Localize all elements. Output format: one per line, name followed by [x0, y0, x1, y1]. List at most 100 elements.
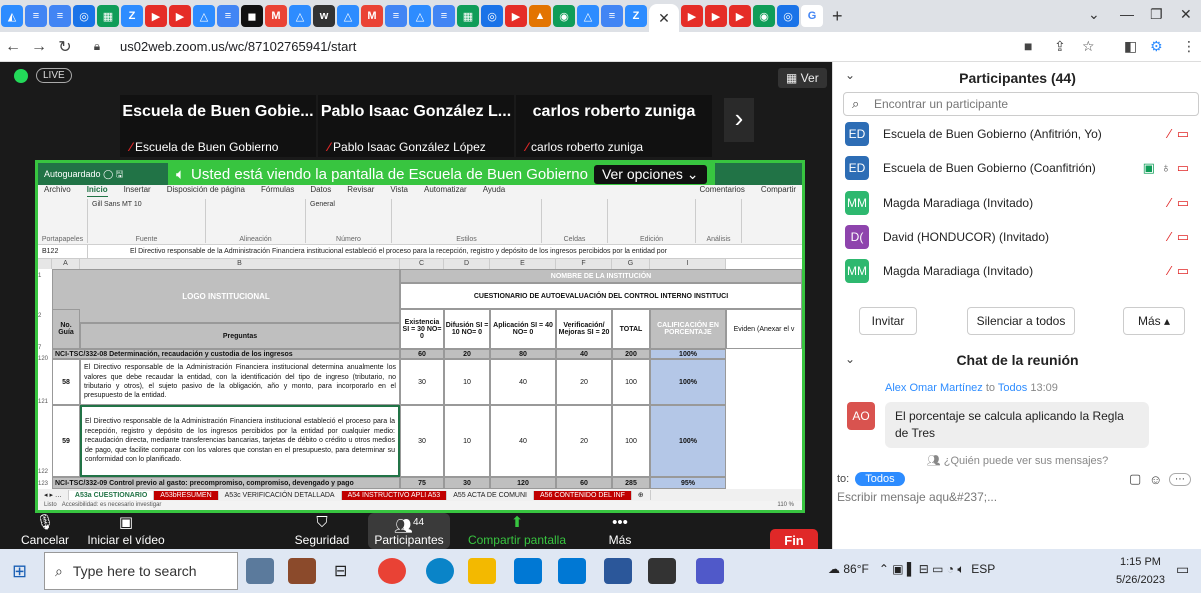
cell[interactable]: 100 — [612, 359, 650, 405]
app-icon[interactable] — [648, 558, 676, 584]
row-number[interactable]: 122 — [38, 469, 48, 475]
guide-number[interactable]: 59 — [52, 405, 80, 477]
more-options-button[interactable]: Más ▴ — [1123, 307, 1185, 335]
cell[interactable]: 30 — [444, 477, 490, 489]
tab-docs-icon[interactable]: ≡ — [433, 5, 455, 27]
file-explorer-icon[interactable] — [468, 558, 496, 584]
chrome-icon[interactable] — [378, 558, 406, 584]
tab-gmail-icon[interactable]: M — [265, 5, 287, 27]
tab-youtube-icon[interactable]: ▶ — [729, 5, 751, 27]
more-button[interactable]: ••• Más — [590, 513, 650, 549]
tab-app-icon[interactable]: ◼ — [241, 5, 263, 27]
tab-drive-icon[interactable]: △ — [193, 5, 215, 27]
questionnaire-title[interactable]: CUESTIONARIO DE AUTOEVALUACIÓN DEL CONTR… — [400, 283, 802, 309]
emoji-icon[interactable]: ☺ — [1149, 472, 1162, 487]
tab-gmail-icon[interactable]: M — [361, 5, 383, 27]
menu-item[interactable]: Automatizar — [424, 185, 467, 197]
app-icon[interactable] — [288, 558, 316, 584]
row-number[interactable]: 120 — [38, 356, 48, 362]
mic-video-muted-icon[interactable]: ⁄▭ — [1169, 229, 1195, 245]
start-windows-icon[interactable]: ⊞ — [12, 561, 27, 582]
header-cell[interactable]: Verificación/ Mejoras SI = 20 — [556, 309, 612, 349]
section-row-label[interactable]: NCI-TSC/332-09 Control previo al gasto: … — [52, 477, 400, 489]
language-indicator[interactable]: ESP — [971, 562, 995, 576]
share-screen-button[interactable]: ⬆ Compartir pantalla — [462, 513, 572, 549]
tab-youtube-icon[interactable]: ▶ — [681, 5, 703, 27]
tab-drive-icon[interactable]: △ — [337, 5, 359, 27]
tab-drive-icon[interactable]: △ — [409, 5, 431, 27]
tab-zoom-icon[interactable]: Z — [121, 5, 143, 27]
tab-docs-icon[interactable]: ≡ — [217, 5, 239, 27]
cell[interactable]: 40 — [490, 359, 556, 405]
cell[interactable]: 10 — [444, 359, 490, 405]
mic-video-muted-icon[interactable]: ⁄▭ — [1169, 195, 1195, 211]
share-button[interactable]: Compartir — [761, 185, 796, 197]
cell[interactable]: 100% — [650, 405, 726, 477]
mic-video-muted-icon[interactable]: ⁄▭ — [1169, 263, 1195, 279]
mail-icon[interactable] — [558, 558, 586, 584]
header-cell[interactable]: Difusión SI = 10 NO= 0 — [444, 309, 490, 349]
tab-google-icon[interactable]: G — [801, 5, 823, 27]
participants-button[interactable]: 👥︎44 Participantes — [368, 513, 450, 549]
unmute-button[interactable]: 🎙︎Cancelar silenciar — [4, 513, 86, 561]
logo-cell[interactable]: LOGO INSTITUCIONAL — [52, 269, 400, 323]
chat-message-input[interactable]: Escribir mensaje aqu&#237;... — [837, 490, 997, 504]
tab-docs-icon[interactable]: ≡ — [49, 5, 71, 27]
mic-video-muted-icon[interactable]: ⁄▭ — [1169, 126, 1195, 142]
participant-row[interactable]: ED Escuela de Buen Gobierno (Anfitrión, … — [845, 120, 1195, 148]
comments-button[interactable]: Comentarios — [700, 185, 745, 197]
menu-item[interactable]: Insertar — [124, 185, 151, 197]
image-icon[interactable] — [246, 558, 274, 584]
lock-icon[interactable]: 🔒︎ — [84, 39, 110, 54]
tab-youtube-icon[interactable]: ▶ — [169, 5, 191, 27]
tab-active-close-icon[interactable]: ✕ — [649, 4, 679, 32]
menu-item[interactable]: Vista — [390, 185, 408, 197]
invite-button[interactable]: Invitar — [859, 307, 917, 335]
column-header[interactable]: F — [556, 259, 612, 269]
column-header[interactable]: B — [80, 259, 400, 269]
tab-zoom-icon[interactable]: Z — [625, 5, 647, 27]
ribbon-group[interactable]: Edición — [608, 199, 696, 243]
cell[interactable]: 40 — [490, 405, 556, 477]
more-dots-icon[interactable]: ⋯ — [1169, 472, 1191, 486]
formula-input[interactable]: El Directivo responsable de la Administr… — [130, 248, 667, 255]
share-mic-video-icon[interactable]: ▣♁▭ — [1143, 160, 1195, 176]
section-row-label[interactable]: NCI-TSC/332-08 Determinación, recaudació… — [52, 349, 400, 359]
zoom-level[interactable]: 110 % — [777, 501, 794, 510]
tab-app-icon[interactable]: ◉ — [553, 5, 575, 27]
cell[interactable]: 80 — [490, 349, 556, 359]
header-cell[interactable]: Existencia SI = 30 NO= 0 — [400, 309, 444, 349]
header-cell[interactable]: No. Guía — [52, 309, 80, 349]
institution-header[interactable]: NOMBRE DE LA INSTITUCIÓN — [400, 269, 802, 283]
sheet-tab[interactable]: A55 ACTA DE COMUNI — [447, 490, 534, 500]
cell[interactable]: 30 — [400, 359, 444, 405]
start-video-button[interactable]: ▣ Iniciar el vídeo — [86, 513, 166, 549]
task-view-icon[interactable]: ⊟ — [334, 561, 347, 581]
font-size-field[interactable]: 10 — [134, 201, 142, 208]
column-header[interactable]: D — [444, 259, 490, 269]
tab-sheets-icon[interactable]: ▦ — [457, 5, 479, 27]
participant-row[interactable]: MM Magda Maradiaga (Invitado) ⁄▭ — [845, 189, 1195, 217]
font-name-field[interactable]: Gill Sans MT — [92, 201, 132, 208]
recipient-dropdown[interactable]: Todos — [855, 472, 905, 486]
sheet-nav-icon[interactable]: ◂ ▸ … — [38, 490, 69, 500]
row-number[interactable]: 123 — [38, 481, 48, 487]
video-tile[interactable]: Pablo Isaac González L... ⁄ Pablo Isaac G… — [318, 95, 514, 157]
cell[interactable]: 20 — [556, 359, 612, 405]
header-cell[interactable]: Preguntas — [80, 323, 400, 349]
reload-icon[interactable]: ↻ — [52, 37, 78, 57]
ribbon-group[interactable]: Análisis — [696, 199, 742, 243]
live-badge[interactable]: LIVE — [36, 68, 72, 83]
file-icon[interactable]: ▢ — [1129, 471, 1141, 487]
select-all[interactable] — [38, 259, 52, 269]
weather-icon[interactable]: ☁ — [828, 562, 843, 576]
participant-row[interactable]: D( David (HONDUCOR) (Invitado) ⁄▭ — [845, 223, 1195, 251]
header-cell[interactable]: TOTAL — [612, 309, 650, 349]
security-button[interactable]: ⛉ Seguridad — [282, 513, 362, 549]
teams-icon[interactable] — [696, 558, 724, 584]
store-icon[interactable] — [514, 558, 542, 584]
tab-chrome-icon[interactable]: ◎ — [73, 5, 95, 27]
sheet-tab[interactable]: A54 INSTRUCTIVO APLI A53 — [341, 490, 448, 500]
sheet-tab[interactable]: A53c VERIFICACIÓN DETALLADA — [219, 490, 342, 500]
weather-temp[interactable]: 86°F — [843, 562, 868, 576]
